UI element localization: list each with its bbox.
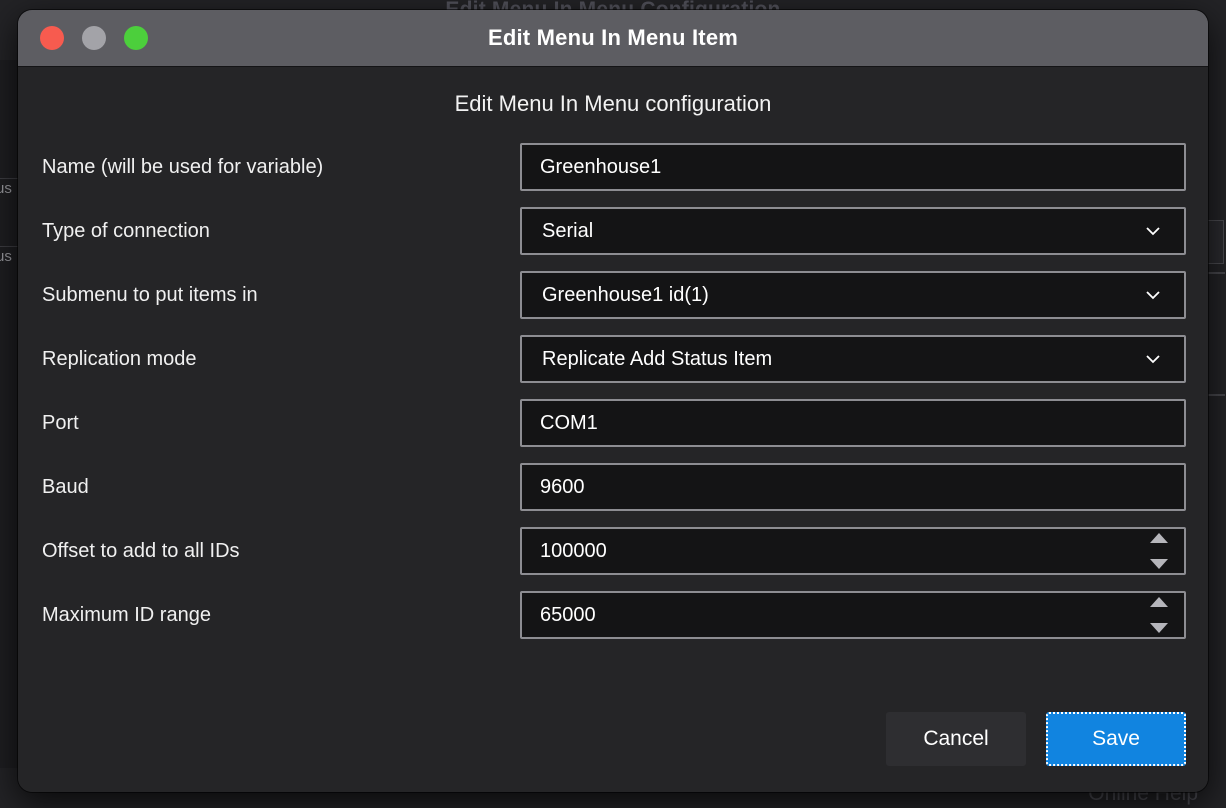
field-wrap-replication-mode: Replicate Add Status Item (520, 335, 1186, 383)
form-row-offset: Offset to add to all IDs 100000 (40, 519, 1186, 583)
baud-field-value: 9600 (540, 475, 585, 498)
label-port: Port (42, 411, 79, 434)
spinner-down-icon[interactable] (1150, 623, 1168, 633)
replication-mode-select[interactable]: Replicate Add Status Item (520, 335, 1186, 383)
maximum-id-range-spinner[interactable]: 65000 (520, 591, 1186, 639)
dialog-title: Edit Menu In Menu Item (487, 25, 739, 50)
label-replication-mode: Replication mode (42, 347, 197, 370)
name-field[interactable]: Greenhouse1 (520, 143, 1186, 191)
submenu-select[interactable]: Greenhouse1 id(1) (520, 271, 1186, 319)
baud-field[interactable]: 9600 (520, 463, 1186, 511)
right-panel-box (1206, 220, 1224, 264)
cancel-button[interactable]: Cancel (886, 712, 1026, 766)
left-panel-divider (0, 246, 18, 247)
field-wrap-offset: 100000 (520, 527, 1186, 575)
field-wrap-type-of-connection: Serial (520, 207, 1186, 255)
label-baud: Baud (42, 475, 89, 498)
port-field-value: COM1 (540, 411, 598, 434)
form-row-port: Port COM1 (40, 391, 1186, 455)
label-name: Name (will be used for variable) (42, 155, 324, 178)
maximum-id-range-value: 65000 (540, 603, 596, 626)
field-wrap-name: Greenhouse1 (520, 143, 1186, 191)
parent-window-left-panel (0, 60, 19, 768)
form-row-maximum-id-range: Maximum ID range 65000 (40, 583, 1186, 647)
replication-mode-value: Replicate Add Status Item (542, 347, 773, 370)
right-panel-divider (1205, 272, 1225, 274)
parent-left-label: us (0, 248, 12, 265)
offset-spinner[interactable]: 100000 (520, 527, 1186, 575)
port-field[interactable]: COM1 (520, 399, 1186, 447)
field-wrap-submenu: Greenhouse1 id(1) (520, 271, 1186, 319)
dialog-body: Edit Menu In Menu configuration Name (wi… (18, 67, 1208, 792)
field-wrap-maximum-id-range: 65000 (520, 591, 1186, 639)
dialog-titlebar[interactable]: Edit Menu In Menu Item (18, 10, 1208, 67)
spinner-up-icon[interactable] (1150, 597, 1168, 607)
form-row-replication-mode: Replication mode Replicate Add Status It… (40, 327, 1186, 391)
label-submenu: Submenu to put items in (42, 283, 258, 306)
left-panel-divider (0, 178, 18, 179)
form-row-baud: Baud 9600 (40, 455, 1186, 519)
chevron-down-icon (1144, 350, 1162, 368)
type-of-connection-select[interactable]: Serial (520, 207, 1186, 255)
label-offset: Offset to add to all IDs (42, 539, 240, 562)
form-row-name: Name (will be used for variable) Greenho… (40, 135, 1186, 199)
minimize-icon[interactable] (82, 26, 106, 50)
offset-spinner-buttons (1148, 533, 1170, 569)
field-wrap-port: COM1 (520, 399, 1186, 447)
label-maximum-id-range: Maximum ID range (42, 603, 211, 626)
chevron-down-icon (1144, 222, 1162, 240)
name-field-value: Greenhouse1 (540, 155, 662, 178)
edit-menu-in-menu-item-dialog: Edit Menu In Menu Item Edit Menu In Menu… (18, 10, 1208, 792)
right-panel-divider (1205, 394, 1225, 396)
close-icon[interactable] (40, 26, 64, 50)
chevron-down-icon (1144, 286, 1162, 304)
spinner-up-icon[interactable] (1150, 533, 1168, 543)
label-type-of-connection: Type of connection (42, 219, 210, 242)
parent-left-label: us (0, 180, 12, 197)
spinner-down-icon[interactable] (1150, 559, 1168, 569)
save-button[interactable]: Save (1046, 712, 1186, 766)
configuration-form: Name (will be used for variable) Greenho… (40, 135, 1186, 647)
form-row-type-of-connection: Type of connection Serial (40, 199, 1186, 263)
offset-spinner-value: 100000 (540, 539, 607, 562)
dialog-subtitle: Edit Menu In Menu configuration (454, 91, 772, 116)
maximize-icon[interactable] (124, 26, 148, 50)
maximum-id-range-spinner-buttons (1148, 597, 1170, 633)
window-controls (40, 26, 148, 50)
type-of-connection-value: Serial (542, 219, 594, 242)
dialog-footer: Cancel Save (40, 712, 1186, 792)
field-wrap-baud: 9600 (520, 463, 1186, 511)
submenu-value: Greenhouse1 id(1) (542, 283, 709, 306)
form-row-submenu: Submenu to put items in Greenhouse1 id(1… (40, 263, 1186, 327)
